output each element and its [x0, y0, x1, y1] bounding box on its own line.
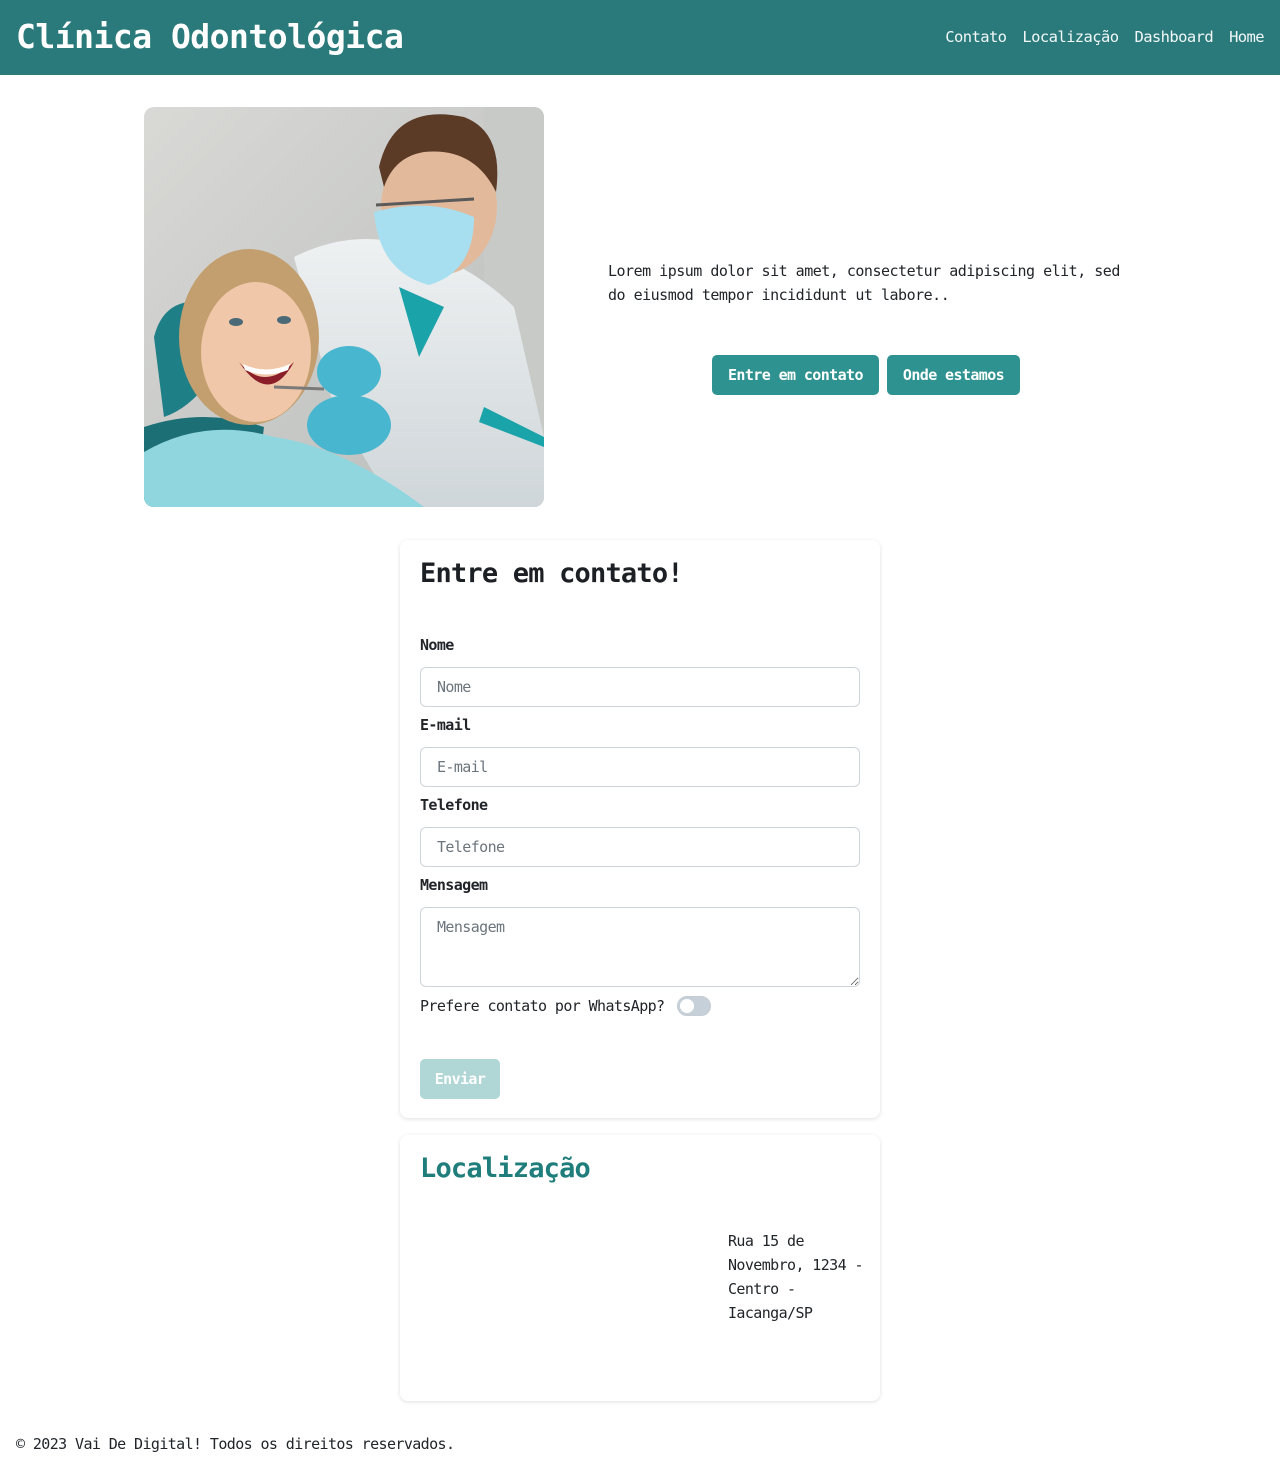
contact-button[interactable]: Entre em contato	[712, 355, 879, 395]
email-label: E-mail	[420, 716, 471, 734]
nav-link-dashboard[interactable]: Dashboard	[1134, 26, 1213, 48]
whatsapp-toggle-row: Prefere contato por WhatsApp?	[420, 996, 711, 1016]
contact-form-card: Entre em contato! Nome E-mail Telefone M…	[400, 540, 880, 1118]
whatsapp-toggle[interactable]	[676, 996, 711, 1016]
footer-copyright: © 2023 Vai De Digital! Todos os direitos…	[16, 1435, 455, 1453]
nav-link-localizacao[interactable]: Localização	[1022, 26, 1119, 48]
hero-description: Lorem ipsum dolor sit amet, consectetur …	[608, 262, 1120, 304]
send-button[interactable]: Enviar	[420, 1059, 500, 1099]
name-input[interactable]	[420, 667, 860, 707]
map-area	[420, 1217, 712, 1377]
message-textarea[interactable]	[420, 907, 860, 987]
name-label: Nome	[420, 636, 454, 654]
contact-form-title: Entre em contato!	[420, 558, 684, 589]
nav-links: Contato Localização Dashboard Home	[945, 26, 1264, 48]
message-label: Mensagem	[420, 876, 488, 894]
whatsapp-toggle-label: Prefere contato por WhatsApp?	[420, 997, 665, 1015]
navbar: Clínica Odontológica Contato Localização…	[0, 0, 1280, 75]
location-card: Localização Rua 15 de Novembro, 1234 - C…	[400, 1135, 880, 1401]
hero-buttons: Entre em contato Onde estamos	[712, 355, 1021, 395]
phone-input[interactable]	[420, 827, 860, 867]
toggle-knob	[679, 999, 694, 1013]
location-button[interactable]: Onde estamos	[886, 355, 1021, 395]
dentist-photo-illustration	[144, 107, 544, 507]
brand-title[interactable]: Clínica Odontológica	[16, 14, 404, 60]
address-text: Rua 15 de Novembro, 1234 - Centro - Iaca…	[728, 1232, 864, 1322]
nav-link-contato[interactable]: Contato	[945, 26, 1007, 48]
location-title: Localização	[420, 1153, 591, 1184]
nav-link-home[interactable]: Home	[1229, 26, 1265, 48]
email-input[interactable]	[420, 747, 860, 787]
phone-label: Telefone	[420, 796, 488, 814]
hero-image	[144, 107, 544, 507]
